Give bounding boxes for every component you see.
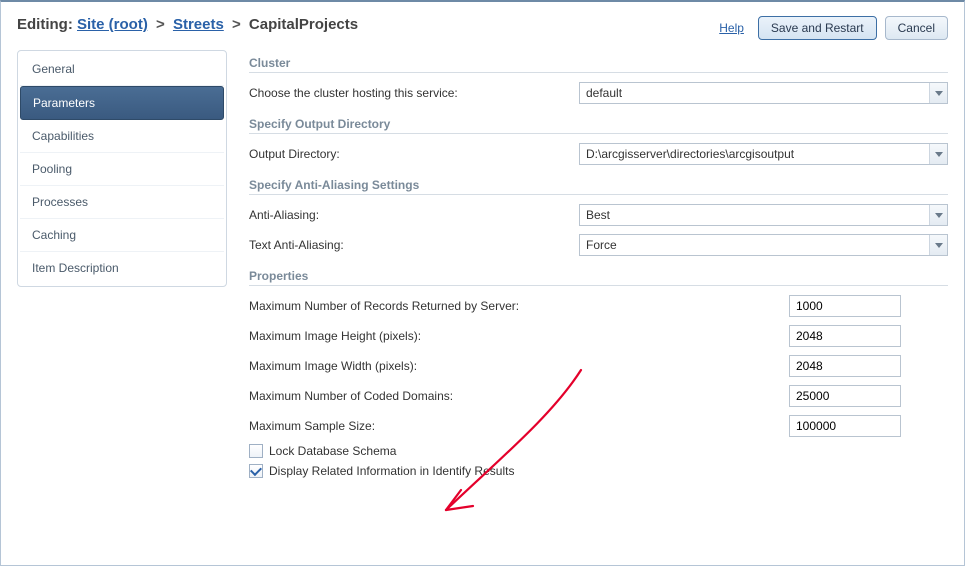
- max-records-row: Maximum Number of Records Returned by Se…: [249, 294, 948, 318]
- section-title-cluster: Cluster: [249, 56, 948, 70]
- divider: [249, 133, 948, 134]
- help-link[interactable]: Help: [719, 21, 744, 35]
- sidebar-item-general[interactable]: General: [20, 53, 224, 86]
- text-anti-aliasing-value: Force: [580, 235, 929, 255]
- output-directory-label: Output Directory:: [249, 147, 579, 161]
- lock-database-schema-checkbox[interactable]: [249, 444, 263, 458]
- max-image-width-input[interactable]: [789, 355, 901, 377]
- max-image-width-row: Maximum Image Width (pixels):: [249, 354, 948, 378]
- chevron-down-icon: [929, 205, 947, 225]
- content: General Parameters Capabilities Pooling …: [1, 50, 964, 496]
- cluster-row: Choose the cluster hosting this service:…: [249, 81, 948, 105]
- cluster-select[interactable]: default: [579, 82, 948, 104]
- text-anti-aliasing-select[interactable]: Force: [579, 234, 948, 256]
- breadcrumb-site-root[interactable]: Site (root): [77, 16, 148, 33]
- divider: [249, 72, 948, 73]
- max-sample-size-label: Maximum Sample Size:: [249, 419, 789, 433]
- max-sample-size-input[interactable]: [789, 415, 901, 437]
- max-coded-domains-label: Maximum Number of Coded Domains:: [249, 389, 789, 403]
- section-title-anti-aliasing: Specify Anti-Aliasing Settings: [249, 178, 948, 192]
- divider: [249, 194, 948, 195]
- max-image-height-label: Maximum Image Height (pixels):: [249, 329, 789, 343]
- cancel-button[interactable]: Cancel: [885, 16, 948, 40]
- output-directory-row: Output Directory: D:\arcgisserver\direct…: [249, 142, 948, 166]
- anti-aliasing-select[interactable]: Best: [579, 204, 948, 226]
- sidebar-item-processes[interactable]: Processes: [20, 186, 224, 219]
- header-actions: Help Save and Restart Cancel: [719, 16, 948, 40]
- text-anti-aliasing-label: Text Anti-Aliasing:: [249, 238, 579, 252]
- lock-database-schema-row: Lock Database Schema: [249, 444, 948, 458]
- max-image-height-input[interactable]: [789, 325, 901, 347]
- max-coded-domains-input[interactable]: [789, 385, 901, 407]
- sidebar-item-caching[interactable]: Caching: [20, 219, 224, 252]
- max-records-label: Maximum Number of Records Returned by Se…: [249, 299, 789, 313]
- breadcrumb-streets[interactable]: Streets: [173, 16, 224, 33]
- display-related-checkbox[interactable]: [249, 464, 263, 478]
- anti-aliasing-row: Anti-Aliasing: Best: [249, 203, 948, 227]
- header: Editing: Site (root) > Streets > Capital…: [1, 2, 964, 50]
- sidebar-item-parameters[interactable]: Parameters: [20, 86, 224, 120]
- max-image-height-row: Maximum Image Height (pixels):: [249, 324, 948, 348]
- lock-database-schema-label: Lock Database Schema: [269, 444, 396, 458]
- chevron-down-icon: [929, 83, 947, 103]
- anti-aliasing-label: Anti-Aliasing:: [249, 208, 579, 222]
- breadcrumb: Editing: Site (root) > Streets > Capital…: [17, 16, 358, 33]
- sidebar: General Parameters Capabilities Pooling …: [17, 50, 227, 287]
- display-related-row: Display Related Information in Identify …: [249, 464, 948, 478]
- chevron-down-icon: [929, 235, 947, 255]
- chevron-down-icon: [929, 144, 947, 164]
- text-anti-aliasing-row: Text Anti-Aliasing: Force: [249, 233, 948, 257]
- anti-aliasing-value: Best: [580, 205, 929, 225]
- cluster-select-value: default: [580, 83, 929, 103]
- main-panel: Cluster Choose the cluster hosting this …: [249, 50, 948, 480]
- max-coded-domains-row: Maximum Number of Coded Domains:: [249, 384, 948, 408]
- max-sample-size-row: Maximum Sample Size:: [249, 414, 948, 438]
- page: Editing: Site (root) > Streets > Capital…: [0, 0, 965, 566]
- display-related-label: Display Related Information in Identify …: [269, 464, 514, 478]
- breadcrumb-separator: >: [152, 16, 169, 33]
- breadcrumb-current: CapitalProjects: [249, 16, 358, 33]
- max-records-input[interactable]: [789, 295, 901, 317]
- editing-prefix: Editing:: [17, 16, 73, 33]
- divider: [249, 285, 948, 286]
- output-directory-select[interactable]: D:\arcgisserver\directories\arcgisoutput: [579, 143, 948, 165]
- cluster-label: Choose the cluster hosting this service:: [249, 86, 579, 100]
- section-title-output-directory: Specify Output Directory: [249, 117, 948, 131]
- output-directory-value: D:\arcgisserver\directories\arcgisoutput: [580, 144, 929, 164]
- sidebar-item-item-description[interactable]: Item Description: [20, 252, 224, 284]
- max-image-width-label: Maximum Image Width (pixels):: [249, 359, 789, 373]
- save-and-restart-button[interactable]: Save and Restart: [758, 16, 877, 40]
- sidebar-item-capabilities[interactable]: Capabilities: [20, 120, 224, 153]
- sidebar-item-pooling[interactable]: Pooling: [20, 153, 224, 186]
- breadcrumb-separator: >: [228, 16, 245, 33]
- section-title-properties: Properties: [249, 269, 948, 283]
